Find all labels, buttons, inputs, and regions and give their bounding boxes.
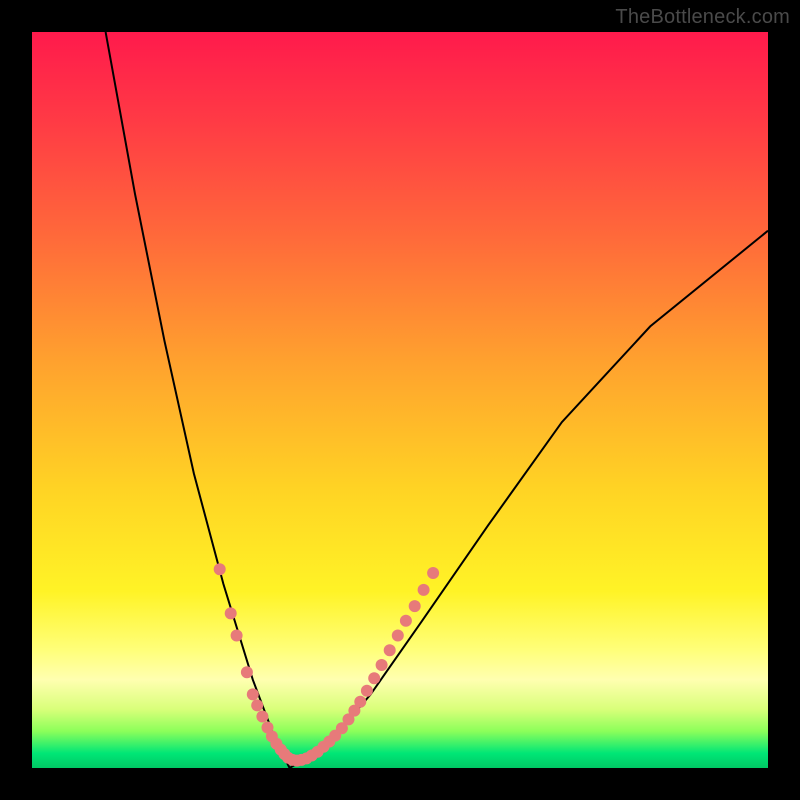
data-point [392, 630, 404, 642]
watermark-text: TheBottleneck.com [615, 6, 790, 29]
curve-left-branch [106, 32, 290, 768]
data-point [418, 584, 430, 596]
data-point [400, 615, 412, 627]
data-point [409, 600, 421, 612]
data-point [354, 696, 366, 708]
data-point [214, 563, 226, 575]
data-point [231, 630, 243, 642]
chart-frame: TheBottleneck.com [0, 0, 800, 800]
curve-svg [32, 32, 768, 768]
data-point [427, 567, 439, 579]
curve-right-branch [290, 231, 768, 768]
data-point [384, 644, 396, 656]
data-point [225, 607, 237, 619]
data-point [251, 699, 263, 711]
data-point [241, 666, 253, 678]
data-point [256, 711, 268, 723]
data-point [247, 688, 259, 700]
data-point [376, 659, 388, 671]
data-point [368, 672, 380, 684]
data-point [361, 685, 373, 697]
plot-area [32, 32, 768, 768]
